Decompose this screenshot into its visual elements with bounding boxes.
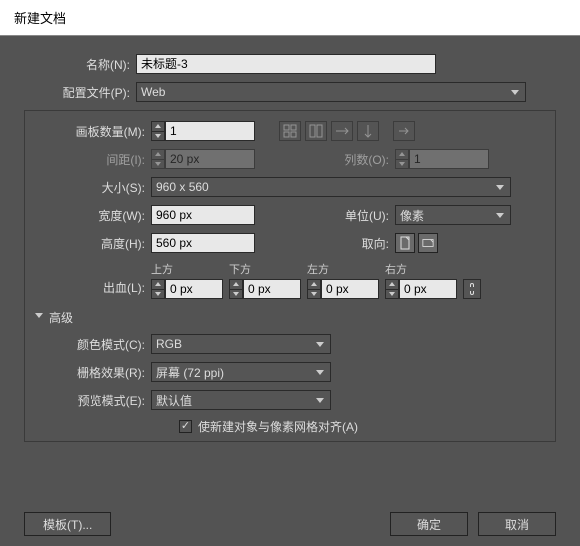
grid-by-row-icon[interactable]: [279, 121, 301, 141]
name-label: 名称(N):: [24, 56, 136, 73]
bleed-left-label: 左方: [307, 261, 379, 277]
cancel-button[interactable]: 取消: [478, 512, 556, 536]
profile-label: 配置文件(P):: [24, 84, 136, 101]
spacing-label: 间距(I):: [35, 151, 151, 168]
bleed-top-label: 上方: [151, 261, 223, 277]
bleed-left-spinner[interactable]: [307, 279, 321, 299]
spacing-input[interactable]: 20 px: [165, 149, 255, 169]
advanced-toggle[interactable]: 高级: [35, 309, 545, 326]
columns-spinner[interactable]: [395, 149, 409, 169]
layout-buttons: [277, 121, 379, 141]
preview-label: 预览模式(E):: [35, 392, 151, 409]
bleed-top-input[interactable]: 0 px: [165, 279, 223, 299]
template-button[interactable]: 模板(T)...: [24, 512, 111, 536]
artboards-spinner[interactable]: [151, 121, 165, 141]
dialog-title: 新建文档: [14, 11, 66, 26]
artboards-input[interactable]: 1: [165, 121, 255, 141]
dialog-body: 名称(N): 未标题-3 配置文件(P): Web 画板数量(M): 1: [0, 36, 580, 546]
profile-dropdown[interactable]: Web: [136, 82, 526, 102]
bleed-bottom-label: 下方: [229, 261, 301, 277]
units-dropdown[interactable]: 像素: [395, 205, 511, 225]
orientation-landscape[interactable]: [418, 233, 438, 253]
width-input[interactable]: 960 px: [151, 205, 255, 225]
orientation-label: 取向:: [255, 235, 395, 252]
align-pixel-label: 使新建对象与像素网格对齐(A): [198, 418, 358, 435]
orientation-portrait[interactable]: [395, 233, 415, 253]
align-pixel-checkbox[interactable]: ✓: [179, 420, 192, 433]
bleed-right-spinner[interactable]: [385, 279, 399, 299]
columns-input[interactable]: 1: [409, 149, 489, 169]
bleed-label: 出血(L):: [35, 279, 151, 299]
artboards-label: 画板数量(M):: [35, 123, 151, 140]
raster-label: 栅格效果(R):: [35, 364, 151, 381]
row-icon[interactable]: [331, 121, 353, 141]
height-label: 高度(H):: [35, 235, 151, 252]
height-input[interactable]: 560 px: [151, 233, 255, 253]
columns-label: 列数(O):: [255, 151, 395, 168]
spacing-spinner[interactable]: [151, 149, 165, 169]
preview-dropdown[interactable]: 默认值: [151, 390, 331, 410]
document-fieldset: 画板数量(M): 1 间距(I): 20 px 列数(O): 1 大小(S):: [24, 110, 556, 442]
name-input[interactable]: 未标题-3: [136, 54, 436, 74]
bleed-right-label: 右方: [385, 261, 457, 277]
width-label: 宽度(W):: [35, 207, 151, 224]
colormode-label: 颜色模式(C):: [35, 336, 151, 353]
bleed-left-input[interactable]: 0 px: [321, 279, 379, 299]
units-label: 单位(U):: [255, 207, 395, 224]
rearrange-icon[interactable]: [393, 121, 415, 141]
ok-button[interactable]: 确定: [390, 512, 468, 536]
bleed-bottom-input[interactable]: 0 px: [243, 279, 301, 299]
bleed-link-icon[interactable]: [463, 279, 481, 299]
bleed-bottom-spinner[interactable]: [229, 279, 243, 299]
bleed-right-input[interactable]: 0 px: [399, 279, 457, 299]
col-icon[interactable]: [357, 121, 379, 141]
bleed-top-spinner[interactable]: [151, 279, 165, 299]
chevron-down-icon: [35, 313, 43, 322]
size-dropdown[interactable]: 960 x 560: [151, 177, 511, 197]
titlebar: 新建文档: [0, 0, 580, 36]
colormode-dropdown[interactable]: RGB: [151, 334, 331, 354]
raster-dropdown[interactable]: 屏幕 (72 ppi): [151, 362, 331, 382]
size-label: 大小(S):: [35, 179, 151, 196]
grid-by-col-icon[interactable]: [305, 121, 327, 141]
